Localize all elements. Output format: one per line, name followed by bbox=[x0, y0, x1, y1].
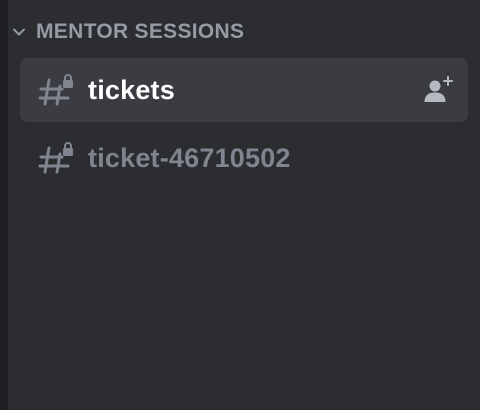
locked-text-channel-icon bbox=[38, 74, 73, 106]
server-list-edge bbox=[0, 0, 8, 410]
channel-list: MENTOR SESSIONS tickets ticket-46710502 bbox=[0, 0, 480, 410]
channel-item-ticket-46710502[interactable]: ticket-46710502 bbox=[20, 126, 468, 190]
channel-name: ticket-46710502 bbox=[88, 142, 291, 173]
chevron-down-icon bbox=[10, 23, 28, 41]
create-invite-icon[interactable] bbox=[422, 74, 454, 106]
channel-item-tickets[interactable]: tickets bbox=[20, 58, 468, 122]
category-header-mentor-sessions[interactable]: MENTOR SESSIONS bbox=[10, 16, 244, 48]
locked-text-channel-icon bbox=[38, 142, 73, 174]
category-label: MENTOR SESSIONS bbox=[36, 20, 245, 43]
channel-name: tickets bbox=[88, 74, 175, 105]
